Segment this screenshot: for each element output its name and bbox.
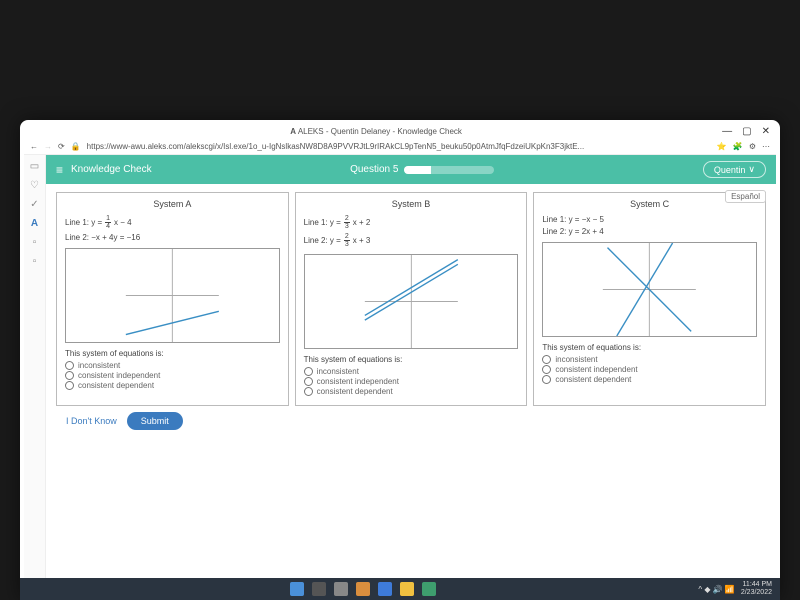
sidebar-item[interactable]: ✓ (30, 199, 38, 210)
system-b-panel: System B Line 1: y = 23 x + 2 Line 2: y … (295, 192, 528, 406)
sidebar: ▭ ♡ ✓ A ▫ ▫ (24, 155, 46, 600)
option-consistent-dependent[interactable]: consistent dependent (65, 381, 280, 390)
taskbar-app[interactable] (312, 582, 326, 596)
system-c-panel: System C Line 1: y = −x − 5 Line 2: y = … (533, 192, 766, 406)
option-consistent-independent[interactable]: consistent independent (304, 377, 519, 386)
sidebar-item[interactable]: ♡ (30, 180, 39, 191)
sidebar-item-aleks[interactable]: A (31, 218, 38, 229)
extensions-icon[interactable]: 🧩 (733, 142, 743, 151)
graph-c (542, 242, 757, 337)
option-consistent-dependent[interactable]: consistent dependent (542, 375, 757, 384)
equation-line2: Line 2: y = 23 x + 3 (304, 233, 519, 248)
lock-icon: 🔒 (71, 142, 81, 151)
taskbar-app[interactable] (290, 582, 304, 596)
address-bar: ← → ⟳ 🔒 https://www-awu.aleks.com/aleksc… (24, 139, 776, 155)
close-icon[interactable]: ✕ (762, 126, 770, 137)
hamburger-icon[interactable]: ≡ (56, 163, 63, 177)
prompt-text: This system of equations is: (542, 343, 757, 352)
taskbar-clock[interactable]: 11:44 PM 2/23/2022 (741, 581, 772, 597)
question-number: Question 5 (350, 164, 398, 175)
prompt-text: This system of equations is: (65, 349, 280, 358)
menu-icon[interactable]: ⋯ (762, 142, 770, 151)
maximize-icon[interactable]: ▢ (742, 126, 751, 137)
equation-line1: Line 1: y = 14 x − 4 (65, 215, 280, 230)
option-inconsistent[interactable]: inconsistent (304, 367, 519, 376)
equation-line2: Line 2: −x + 4y = −16 (65, 233, 280, 242)
submit-button[interactable]: Submit (127, 412, 183, 430)
back-icon[interactable]: ← (30, 142, 38, 151)
equation-line2: Line 2: y = 2x + 4 (542, 227, 757, 236)
url-text[interactable]: https://www-awu.aleks.com/alekscgi/x/Isl… (87, 142, 711, 151)
option-inconsistent[interactable]: inconsistent (65, 361, 280, 370)
user-menu[interactable]: Quentin∨ (703, 161, 766, 178)
chevron-down-icon: ∨ (748, 164, 755, 175)
graph-a (65, 248, 280, 343)
forward-icon[interactable]: → (44, 142, 52, 151)
tray-icons[interactable]: ^ ◆ 🔊 📶 (698, 585, 735, 594)
option-inconsistent[interactable]: inconsistent (542, 355, 757, 364)
taskbar-app[interactable] (422, 582, 436, 596)
taskbar-app[interactable] (334, 582, 348, 596)
taskbar-app[interactable] (400, 582, 414, 596)
prompt-text: This system of equations is: (304, 355, 519, 364)
window-title: ALEKS - Quentin Delaney - Knowledge Chec… (298, 127, 462, 136)
taskbar-app[interactable] (378, 582, 392, 596)
settings-icon[interactable]: ⚙ (749, 142, 756, 151)
windows-taskbar[interactable]: ^ ◆ 🔊 📶 11:44 PM 2/23/2022 (20, 578, 780, 600)
refresh-icon[interactable]: ⟳ (58, 142, 65, 151)
taskbar-app[interactable] (356, 582, 370, 596)
equation-line1: Line 1: y = 23 x + 2 (304, 215, 519, 230)
window-titlebar: A ALEKS - Quentin Delaney - Knowledge Ch… (24, 124, 776, 139)
header-title: Knowledge Check (71, 164, 152, 175)
sidebar-item[interactable]: ▭ (30, 161, 39, 172)
sidebar-item[interactable]: ▫ (33, 237, 37, 248)
option-consistent-independent[interactable]: consistent independent (542, 365, 757, 374)
equation-line1: Line 1: y = −x − 5 (542, 215, 757, 224)
option-consistent-independent[interactable]: consistent independent (65, 371, 280, 380)
system-title: System A (65, 199, 280, 209)
favorite-icon[interactable]: ⭐ (717, 142, 727, 151)
system-a-panel: System A Line 1: y = 14 x − 4 Line 2: −x… (56, 192, 289, 406)
language-toggle[interactable]: Español (725, 190, 766, 203)
graph-b (304, 254, 519, 349)
option-consistent-dependent[interactable]: consistent dependent (304, 387, 519, 396)
progress-bar (404, 166, 494, 174)
knowledge-check-header: ≡ Knowledge Check Question 5 Quentin∨ (46, 155, 776, 184)
i-dont-know-link[interactable]: I Don't Know (66, 416, 117, 426)
sidebar-item[interactable]: ▫ (33, 256, 37, 267)
minimize-icon[interactable]: — (722, 126, 732, 137)
system-title: System B (304, 199, 519, 209)
